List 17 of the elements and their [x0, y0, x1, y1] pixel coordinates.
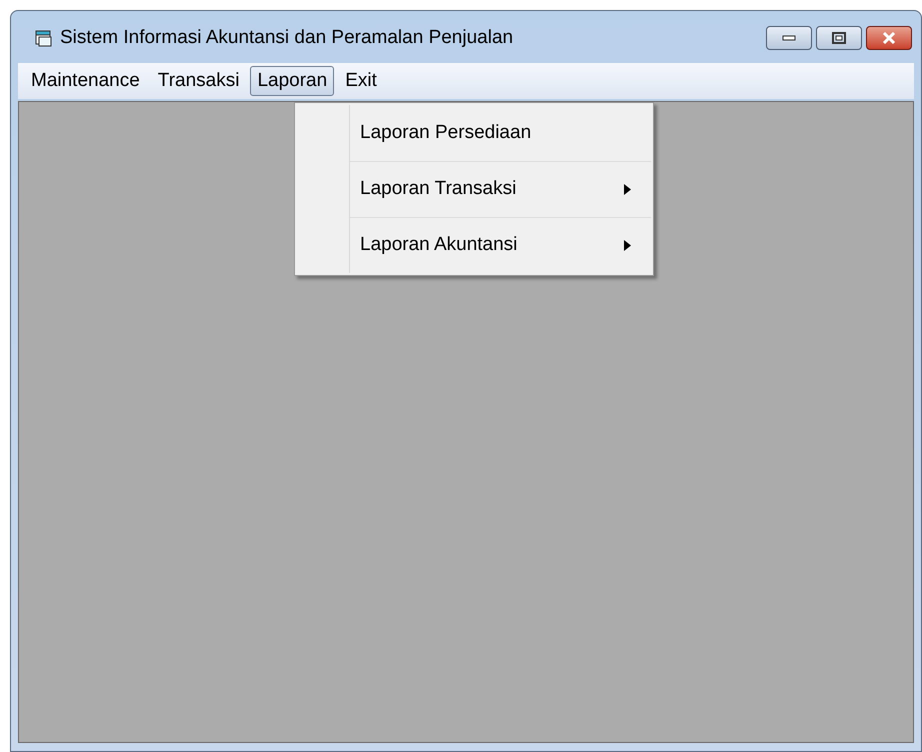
restore-icon	[832, 32, 846, 44]
submenu-arrow-icon	[624, 184, 631, 195]
dropdown-item[interactable]: Laporan Persediaan	[349, 105, 651, 161]
menu-item[interactable]: Maintenance	[24, 66, 147, 96]
menu-item[interactable]: Transaksi	[150, 66, 246, 96]
menu-item[interactable]: Exit	[338, 66, 384, 96]
maximize-button[interactable]	[816, 26, 862, 50]
menu-item[interactable]: Laporan	[250, 66, 334, 96]
close-icon	[882, 32, 896, 44]
window-title: Sistem Informasi Akuntansi dan Peramalan Penjualan	[60, 26, 514, 50]
dropdown-item[interactable]: Laporan Transaksi	[349, 161, 651, 217]
dropdown-item[interactable]: Laporan Akuntansi	[349, 217, 651, 273]
app-icon	[34, 29, 54, 47]
close-button[interactable]	[866, 26, 912, 50]
minimize-button[interactable]	[766, 26, 812, 50]
submenu-arrow-icon	[624, 240, 631, 251]
minimize-icon	[782, 35, 796, 41]
